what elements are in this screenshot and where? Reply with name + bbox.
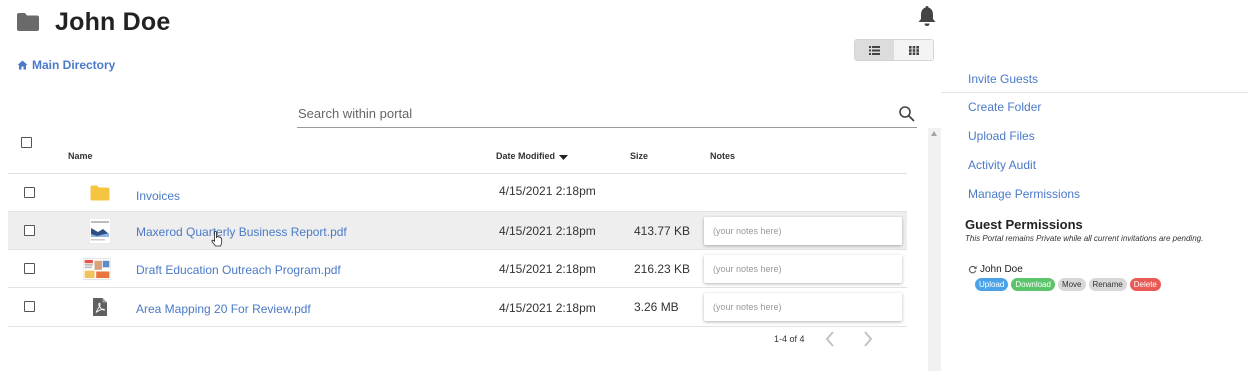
row-checkbox[interactable]	[24, 263, 35, 274]
guest-permissions-note: This Portal remains Private while all cu…	[965, 234, 1204, 243]
list-view-button[interactable]	[855, 40, 894, 60]
page-title: John Doe	[55, 7, 171, 36]
notes-input[interactable]	[704, 293, 902, 321]
previous-page-button[interactable]	[825, 331, 835, 347]
permission-badge-move[interactable]: Move	[1057, 278, 1086, 291]
file-size: 3.26 MB	[634, 300, 679, 314]
file-size: 413.77 KB	[634, 224, 691, 238]
chevron-right-icon	[863, 331, 872, 347]
table-row[interactable]: Draft Education Outreach Program.pdf 4/1…	[8, 250, 907, 288]
sidebar: Invite Guests Create Folder Upload Files…	[941, 60, 1248, 291]
table-row[interactable]: Invoices 4/15/2021 2:18pm	[8, 174, 907, 212]
folder-icon	[86, 180, 114, 206]
permission-badge-delete[interactable]: Delete	[1129, 278, 1161, 291]
activity-audit-link[interactable]: Activity Audit	[941, 151, 1248, 180]
scroll-up-arrow-icon[interactable]	[931, 131, 937, 136]
manage-permissions-link[interactable]: Manage Permissions	[941, 180, 1248, 209]
pagination: 1-4 of 4	[774, 331, 873, 347]
search-input[interactable]	[297, 106, 898, 121]
folder-icon	[16, 13, 40, 31]
search-icon[interactable]	[898, 105, 916, 123]
column-header-date-label: Date Modified	[496, 151, 556, 161]
guest-permissions-title: Guest Permissions	[965, 217, 1083, 232]
file-date: 4/15/2021 2:18pm	[499, 301, 596, 315]
pagination-label: 1-4 of 4	[774, 334, 805, 344]
file-name-link[interactable]: Invoices	[136, 189, 180, 203]
row-checkbox[interactable]	[24, 225, 35, 236]
file-name-link[interactable]: Area Mapping 20 For Review.pdf	[136, 302, 311, 316]
guest-name: John Doe	[980, 264, 1023, 275]
file-date: 4/15/2021 2:18pm	[499, 224, 596, 238]
permission-badges: Upload Download Move Rename Delete	[975, 278, 1248, 291]
next-page-button[interactable]	[863, 331, 873, 347]
column-header-notes: Notes	[710, 151, 736, 161]
page-header: John Doe	[16, 6, 171, 38]
file-table: Name Date Modified Size Notes Invoices 4…	[8, 137, 907, 327]
pdf-thumbnail-icon	[83, 256, 111, 282]
pointer-hand-cursor-icon	[211, 231, 223, 247]
row-checkbox[interactable]	[24, 301, 35, 312]
file-size: 216.23 KB	[634, 262, 691, 276]
column-header-date-modified[interactable]: Date Modified	[496, 151, 569, 161]
row-checkbox[interactable]	[24, 187, 35, 198]
upload-files-link[interactable]: Upload Files	[941, 122, 1248, 151]
notes-input[interactable]	[704, 255, 902, 283]
search-bar	[297, 100, 917, 128]
chevron-left-icon	[825, 331, 834, 347]
table-row[interactable]: Area Mapping 20 For Review.pdf 4/15/2021…	[8, 288, 907, 327]
pdf-thumbnail-icon	[86, 218, 114, 244]
invite-guests-link[interactable]: Invite Guests	[941, 60, 1248, 93]
grid-view-icon	[908, 45, 919, 55]
notes-input[interactable]	[704, 217, 902, 245]
create-folder-link[interactable]: Create Folder	[941, 93, 1248, 122]
file-date: 4/15/2021 2:18pm	[499, 184, 596, 198]
sort-descending-icon	[559, 154, 569, 160]
file-name-link[interactable]: Maxerod Quarterly Business Report.pdf	[136, 225, 347, 239]
breadcrumb-main-directory[interactable]: Main Directory	[17, 58, 115, 72]
pdf-file-icon	[86, 294, 114, 320]
select-all-checkbox[interactable]	[21, 137, 32, 148]
grid-view-button[interactable]	[894, 40, 933, 60]
file-name-link[interactable]: Draft Education Outreach Program.pdf	[136, 263, 341, 277]
view-toggle	[854, 39, 934, 61]
table-header: Name Date Modified Size Notes	[8, 137, 907, 174]
refresh-icon	[968, 265, 977, 274]
list-view-icon	[869, 45, 880, 55]
scrollbar[interactable]	[928, 128, 941, 371]
column-header-name[interactable]: Name	[68, 151, 93, 161]
breadcrumb-label: Main Directory	[32, 58, 116, 72]
notification-bell-icon[interactable]	[917, 5, 937, 27]
home-icon	[17, 60, 28, 70]
guest-entry: John Doe	[968, 264, 1248, 275]
permission-badge-download[interactable]: Download	[1011, 278, 1055, 291]
file-date: 4/15/2021 2:18pm	[499, 262, 596, 276]
permission-badge-rename[interactable]: Rename	[1088, 278, 1127, 291]
permission-badge-upload[interactable]: Upload	[975, 278, 1009, 291]
table-row[interactable]: Maxerod Quarterly Business Report.pdf 4/…	[8, 212, 907, 250]
column-header-size[interactable]: Size	[630, 151, 648, 161]
